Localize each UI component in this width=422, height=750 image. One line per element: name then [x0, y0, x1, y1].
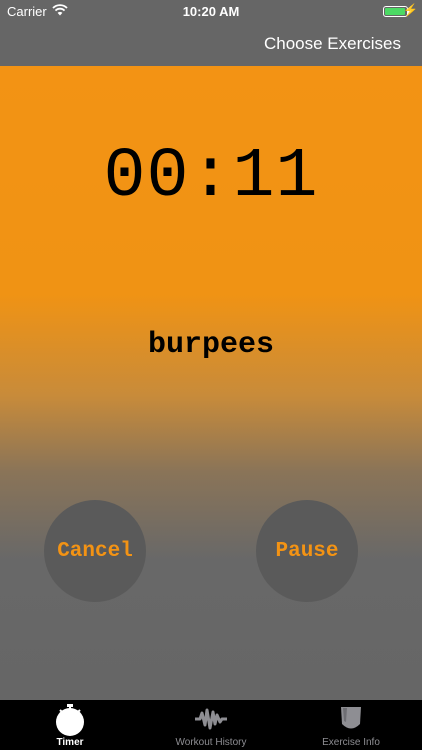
current-exercise-label: burpees	[147, 328, 275, 362]
status-time: 10:20 AM	[182, 4, 240, 19]
tab-label-exercise-info: Exercise Info	[322, 737, 380, 748]
navigation-bar: Choose Exercises	[0, 22, 422, 66]
status-bar: Carrier 10:20 AM ⚡	[0, 0, 422, 22]
tab-timer[interactable]: Timer	[0, 700, 140, 750]
tab-bar: Timer Workout History Exercise Info	[0, 700, 422, 750]
timer-screen: 00:11 burpees Cancel Pause	[0, 66, 422, 700]
choose-exercises-button[interactable]: Choose Exercises	[264, 34, 401, 54]
charging-bolt-icon: ⚡	[403, 3, 418, 17]
timer-display: 00:11	[103, 138, 319, 217]
waveform-icon	[195, 708, 227, 730]
pause-button[interactable]: Pause	[256, 500, 358, 602]
tab-exercise-info[interactable]: Exercise Info	[281, 700, 421, 750]
shield-icon	[341, 707, 361, 729]
stopwatch-icon	[56, 704, 84, 736]
tab-workout-history[interactable]: Workout History	[141, 700, 281, 750]
tab-label-timer: Timer	[56, 737, 84, 748]
tab-label-workout-history: Workout History	[175, 737, 247, 748]
cancel-button[interactable]: Cancel	[44, 500, 146, 602]
